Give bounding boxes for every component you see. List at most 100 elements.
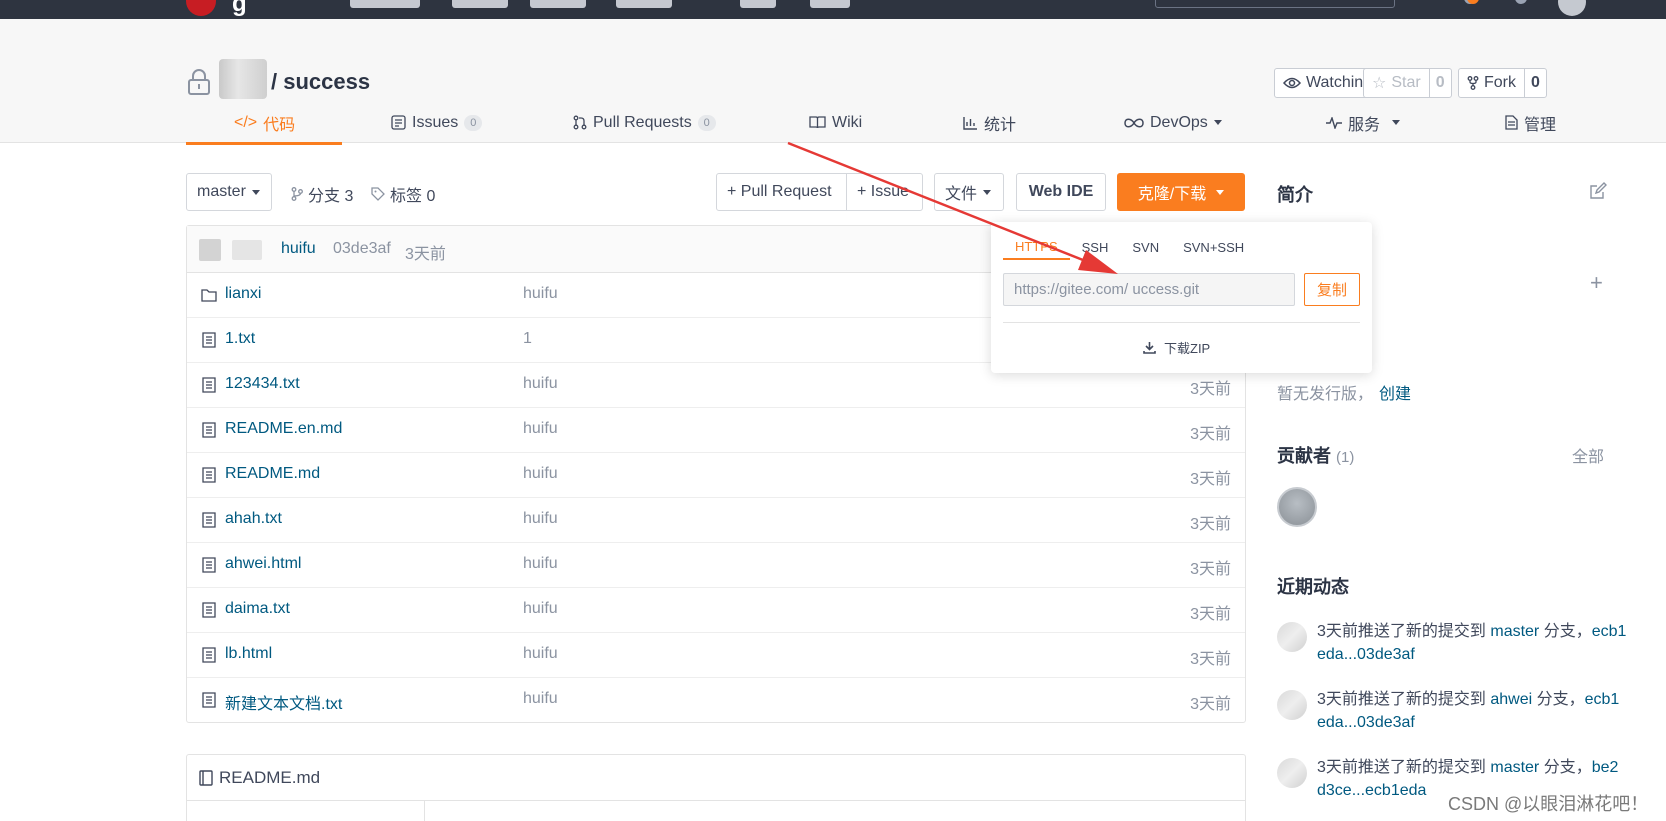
contributors-all-link[interactable]: 全部	[1572, 443, 1604, 467]
lock-icon	[188, 69, 210, 95]
branch-select[interactable]: master	[186, 173, 272, 211]
file-commit-message[interactable]: huifu	[523, 420, 558, 438]
star-label: Star	[1391, 74, 1421, 91]
plus-icon[interactable]	[1515, 0, 1527, 4]
top-navbar: g	[0, 0, 1666, 19]
activity-prefix: 3天前推送了新的提交到	[1317, 623, 1491, 640]
file-commit-message[interactable]: huifu	[523, 375, 558, 393]
file-commit-message[interactable]: huifu	[523, 465, 558, 483]
table-row[interactable]: daima.txt huifu 3天前	[187, 588, 1245, 633]
web-ide-button[interactable]: Web IDE	[1016, 173, 1106, 211]
file-menu-label: 文件	[945, 186, 978, 203]
chevron-down-icon	[251, 189, 260, 195]
document-icon	[1505, 115, 1518, 130]
user-avatar[interactable]	[1558, 0, 1586, 16]
activity-branch-link[interactable]: master	[1490, 623, 1539, 640]
file-name[interactable]: lianxi	[225, 285, 261, 303]
code-icon: </>	[234, 113, 258, 131]
commit-author[interactable]: huifu	[281, 240, 316, 258]
bar-chart-icon	[963, 116, 977, 130]
repo-owner-blurred[interactable]	[219, 59, 267, 99]
file-commit-message[interactable]: huifu	[523, 690, 558, 708]
table-row[interactable]: 新建文本文档.txt huifu 3天前	[187, 678, 1245, 723]
activity-text: 3天前推送了新的提交到 master 分支，ecb1eda...03de3af	[1317, 620, 1627, 666]
nav-menu-item[interactable]	[530, 0, 586, 8]
csdn-watermark: CSDN @以眼泪淋花吧！	[1448, 794, 1649, 814]
nav-menu-item[interactable]	[740, 0, 776, 8]
new-pull-request-button[interactable]: + Pull Request	[716, 173, 847, 211]
table-row[interactable]: README.en.md huifu 3天前	[187, 408, 1245, 453]
file-name[interactable]: README.md	[225, 465, 320, 483]
commit-author-blurred[interactable]	[232, 240, 262, 260]
new-issue-button[interactable]: + Issue	[846, 173, 923, 211]
clone-url-input[interactable]: https://gitee.com/ uccess.git	[1003, 273, 1295, 306]
contributor-avatar[interactable]	[1277, 487, 1317, 527]
nav-menu-item[interactable]	[452, 0, 508, 8]
popover-divider	[1003, 322, 1360, 323]
table-row[interactable]: README.md huifu 3天前	[187, 453, 1245, 498]
repo-name[interactable]: / success	[271, 69, 370, 95]
activity-branch-link[interactable]: ahwei	[1490, 691, 1532, 708]
file-commit-message[interactable]: huifu	[523, 555, 558, 573]
file-commit-message[interactable]: huifu	[523, 285, 558, 303]
file-name[interactable]: ahwei.html	[225, 555, 301, 573]
activity-branch-link[interactable]: master	[1490, 759, 1539, 776]
table-row[interactable]: lb.html huifu 3天前	[187, 633, 1245, 678]
clone-tab-svn[interactable]: SVN	[1120, 234, 1171, 260]
activity-avatar[interactable]	[1277, 622, 1307, 652]
tab-devops[interactable]: DevOps	[1124, 101, 1222, 144]
global-search-input[interactable]	[1155, 0, 1395, 8]
file-name[interactable]: ahah.txt	[225, 510, 282, 528]
create-release-link[interactable]: 创建	[1379, 386, 1411, 403]
tab-services[interactable]: 服务	[1326, 101, 1401, 144]
tab-manage[interactable]: 管理	[1505, 101, 1556, 144]
chevron-down-icon	[983, 189, 992, 195]
tab-label: 服务	[1348, 116, 1381, 134]
file-commit-message[interactable]: huifu	[523, 645, 558, 663]
file-menu-button[interactable]: 文件	[934, 173, 1004, 211]
table-row[interactable]: ahwei.html huifu 3天前	[187, 543, 1245, 588]
clone-tab-ssh[interactable]: SSH	[1070, 234, 1121, 260]
copy-url-button[interactable]: 复制	[1304, 273, 1360, 306]
commit-hash[interactable]: 03de3af	[333, 240, 391, 258]
file-icon	[202, 467, 216, 483]
gitee-logo[interactable]	[186, 0, 216, 16]
clone-tab-https[interactable]: HTTPS	[1003, 234, 1070, 260]
clone-download-button[interactable]: 克隆/下载	[1117, 173, 1245, 211]
clone-tab-svn-ssh[interactable]: SVN+SSH	[1171, 234, 1256, 260]
file-icon	[202, 692, 216, 708]
tab-pull-requests[interactable]: Pull Requests 0	[573, 101, 716, 144]
file-commit-message[interactable]: 1	[523, 330, 532, 348]
file-name[interactable]: daima.txt	[225, 600, 290, 618]
tags-count: 标签 0	[390, 188, 436, 205]
branches-link[interactable]: 分支 3	[291, 182, 353, 206]
clone-popover: HTTPS SSH SVN SVN+SSH https://gitee.com/…	[991, 222, 1372, 373]
fork-count[interactable]: 0	[1525, 69, 1546, 97]
table-row[interactable]: ahah.txt huifu 3天前	[187, 498, 1245, 543]
file-name[interactable]: 新建文本文档.txt	[225, 690, 342, 714]
nav-menu-item[interactable]	[350, 0, 420, 8]
file-commit-message[interactable]: huifu	[523, 600, 558, 618]
file-name[interactable]: README.en.md	[225, 420, 342, 438]
commit-author-avatar[interactable]	[199, 239, 221, 261]
nav-menu-item[interactable]	[616, 0, 672, 8]
tags-link[interactable]: 标签 0	[371, 182, 435, 206]
fork-button[interactable]: Fork 0	[1458, 68, 1547, 98]
recent-activity-title: 近期动态	[1277, 577, 1349, 597]
nav-menu-item[interactable]	[810, 0, 850, 8]
file-name[interactable]: lb.html	[225, 645, 272, 663]
file-commit-message[interactable]: huifu	[523, 510, 558, 528]
file-name[interactable]: 1.txt	[225, 330, 255, 348]
star-button[interactable]: ☆ Star 0	[1363, 68, 1452, 98]
add-release-icon[interactable]: +	[1590, 270, 1603, 296]
tab-wiki[interactable]: Wiki	[809, 101, 862, 144]
file-name[interactable]: 123434.txt	[225, 375, 300, 393]
tab-stats[interactable]: 统计	[963, 101, 1016, 144]
download-zip-link[interactable]: 下载ZIP	[1143, 338, 1210, 357]
tab-code[interactable]: </> 代码	[234, 101, 295, 144]
activity-avatar[interactable]	[1277, 758, 1307, 788]
tab-issues[interactable]: Issues 0	[391, 101, 483, 144]
activity-avatar[interactable]	[1277, 690, 1307, 720]
edit-icon[interactable]	[1589, 182, 1607, 200]
star-count[interactable]: 0	[1430, 69, 1451, 97]
